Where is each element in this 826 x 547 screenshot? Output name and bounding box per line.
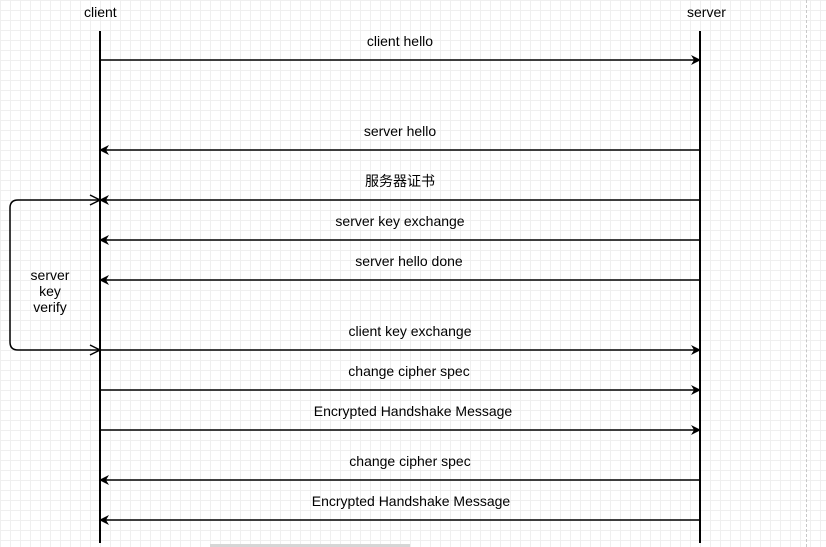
- verify-label-line-2: key: [39, 283, 61, 299]
- verify-label-line-3: verify: [33, 299, 67, 315]
- participant-client-label: client: [84, 4, 117, 20]
- message-label-server-hello: server hello: [363, 123, 437, 139]
- verify-loop-label: server key verify: [26, 267, 74, 315]
- message-label-client-key-exchange: client key exchange: [348, 323, 472, 339]
- verify-label-line-1: server: [30, 267, 70, 283]
- message-label-encrypted-handshake-client: Encrypted Handshake Message: [313, 403, 513, 419]
- message-label-change-cipher-spec-server: change cipher spec: [349, 453, 471, 469]
- message-label-server-key-exchange: server key exchange: [335, 213, 465, 229]
- participant-server-label: server: [687, 4, 726, 20]
- message-label-encrypted-handshake-server: Encrypted Handshake Message: [311, 493, 511, 509]
- message-label-change-cipher-spec-client: change cipher spec: [348, 363, 470, 379]
- message-label-client-hello: client hello: [366, 33, 434, 49]
- message-label-server-hello-done: server hello done: [355, 253, 463, 269]
- message-label-server-certificate: 服务器证书: [365, 173, 435, 189]
